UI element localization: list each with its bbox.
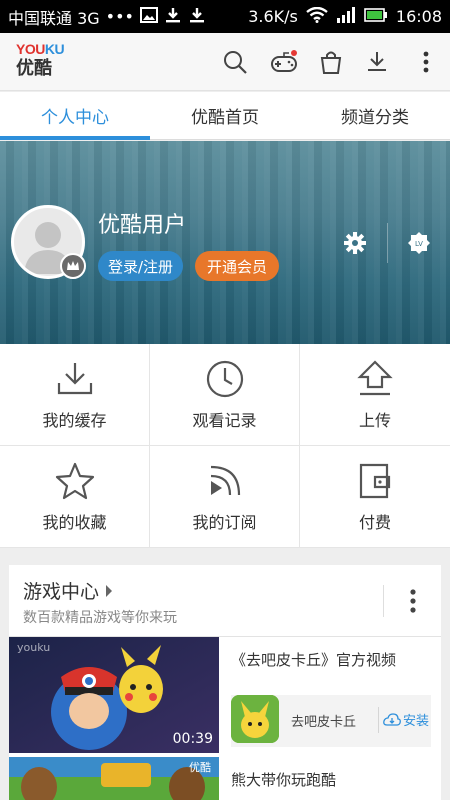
card-title[interactable]: 游戏中心 (23, 577, 113, 604)
my-subscriptions-item[interactable]: 我的订阅 (150, 446, 300, 548)
wifi-icon (306, 6, 328, 27)
carrier-label: 中国联通 3G (8, 8, 100, 28)
clock-icon (206, 360, 243, 397)
cloud-download-icon (383, 712, 401, 726)
profile-banner: 优酷用户 登录/注册 开通会员 LV (0, 141, 450, 344)
screen: 中国联通 3G ••• 3.6K/s 16:08 YOUKU 优酷 个人中心 优… (0, 0, 450, 800)
game-app-icon[interactable] (231, 695, 279, 743)
video-duration: 00:39 (172, 731, 213, 747)
open-vip-button[interactable]: 开通会员 (195, 251, 280, 281)
level-badge-icon[interactable]: LV (407, 231, 431, 255)
subscribe-rss-icon (210, 465, 240, 495)
tab-channel-categories[interactable]: 频道分类 (300, 92, 450, 139)
signal-icon (336, 6, 356, 27)
my-favorites-item[interactable]: 我的收藏 (0, 446, 150, 548)
grid-label: 我的缓存 (42, 410, 107, 430)
wallet-icon (359, 463, 391, 498)
install-button[interactable]: 安装 (383, 710, 429, 729)
download-icon (188, 6, 206, 28)
function-grid: 我的缓存 观看记录 上传 我的收藏 我的订阅 付费 (0, 344, 450, 548)
upload-icon (357, 359, 393, 395)
login-register-button[interactable]: 登录/注册 (98, 251, 184, 281)
grid-label: 观看记录 (192, 410, 257, 430)
grid-label: 我的收藏 (42, 512, 107, 532)
gamepad-icon[interactable] (268, 46, 300, 78)
more-vertical-icon[interactable] (410, 46, 442, 78)
app-download-row: 去吧皮卡丘 安装 (231, 695, 431, 747)
youku-logo: YOUKU 优酷 (16, 41, 65, 79)
video-title[interactable]: 熊大带你玩跑酷 (231, 769, 336, 790)
watch-history-item[interactable]: 观看记录 (150, 344, 300, 446)
my-cache-item[interactable]: 我的缓存 (0, 344, 150, 446)
tab-personal-center[interactable]: 个人中心 (0, 92, 150, 140)
game-center-card: 游戏中心 数百款精品游戏等你来玩 youku 00:39 《去吧皮卡丘》官方视频… (9, 565, 441, 800)
card-subtitle: 数百款精品游戏等你来玩 (23, 610, 177, 626)
search-icon[interactable] (219, 46, 251, 78)
more-vertical-icon[interactable] (405, 587, 421, 615)
card-header[interactable]: 游戏中心 数百款精品游戏等你来玩 (9, 565, 441, 637)
app-name: 去吧皮卡丘 (291, 715, 357, 730)
divider (387, 223, 388, 263)
upload-item[interactable]: 上传 (300, 344, 450, 446)
download-icon (164, 6, 182, 28)
payment-item[interactable]: 付费 (300, 446, 450, 548)
video-thumbnail[interactable]: 优酷 (9, 757, 219, 800)
gear-icon[interactable] (343, 231, 367, 255)
download-icon[interactable] (361, 46, 393, 78)
chevron-right-icon (106, 584, 113, 597)
shopping-bag-icon[interactable] (315, 46, 347, 78)
watermark: 优酷 (189, 761, 211, 774)
image-icon (139, 6, 158, 27)
star-icon (55, 462, 94, 499)
battery-icon (364, 7, 388, 26)
grid-label: 付费 (358, 512, 391, 532)
crown-icon (60, 253, 86, 279)
username: 优酷用户 (98, 213, 187, 238)
app-header: YOUKU 优酷 (0, 33, 450, 91)
status-bar: 中国联通 3G ••• 3.6K/s 16:08 (0, 0, 450, 33)
grid-label: 我的订阅 (192, 512, 257, 532)
divider (378, 707, 379, 733)
download-tray-icon (57, 362, 92, 394)
clock-time: 16:08 (395, 7, 442, 26)
network-speed: 3.6K/s (248, 7, 298, 26)
divider (383, 585, 384, 617)
main-tabs: 个人中心 优酷首页 频道分类 (0, 92, 450, 140)
grid-label: 上传 (358, 410, 391, 430)
video-title[interactable]: 《去吧皮卡丘》官方视频 (231, 649, 396, 670)
notification-dots: ••• (105, 7, 134, 26)
video-thumbnail[interactable]: youku 00:39 (9, 637, 219, 753)
watermark: youku (17, 641, 51, 654)
tab-youku-home[interactable]: 优酷首页 (150, 92, 300, 139)
svg-text:LV: LV (415, 240, 423, 248)
